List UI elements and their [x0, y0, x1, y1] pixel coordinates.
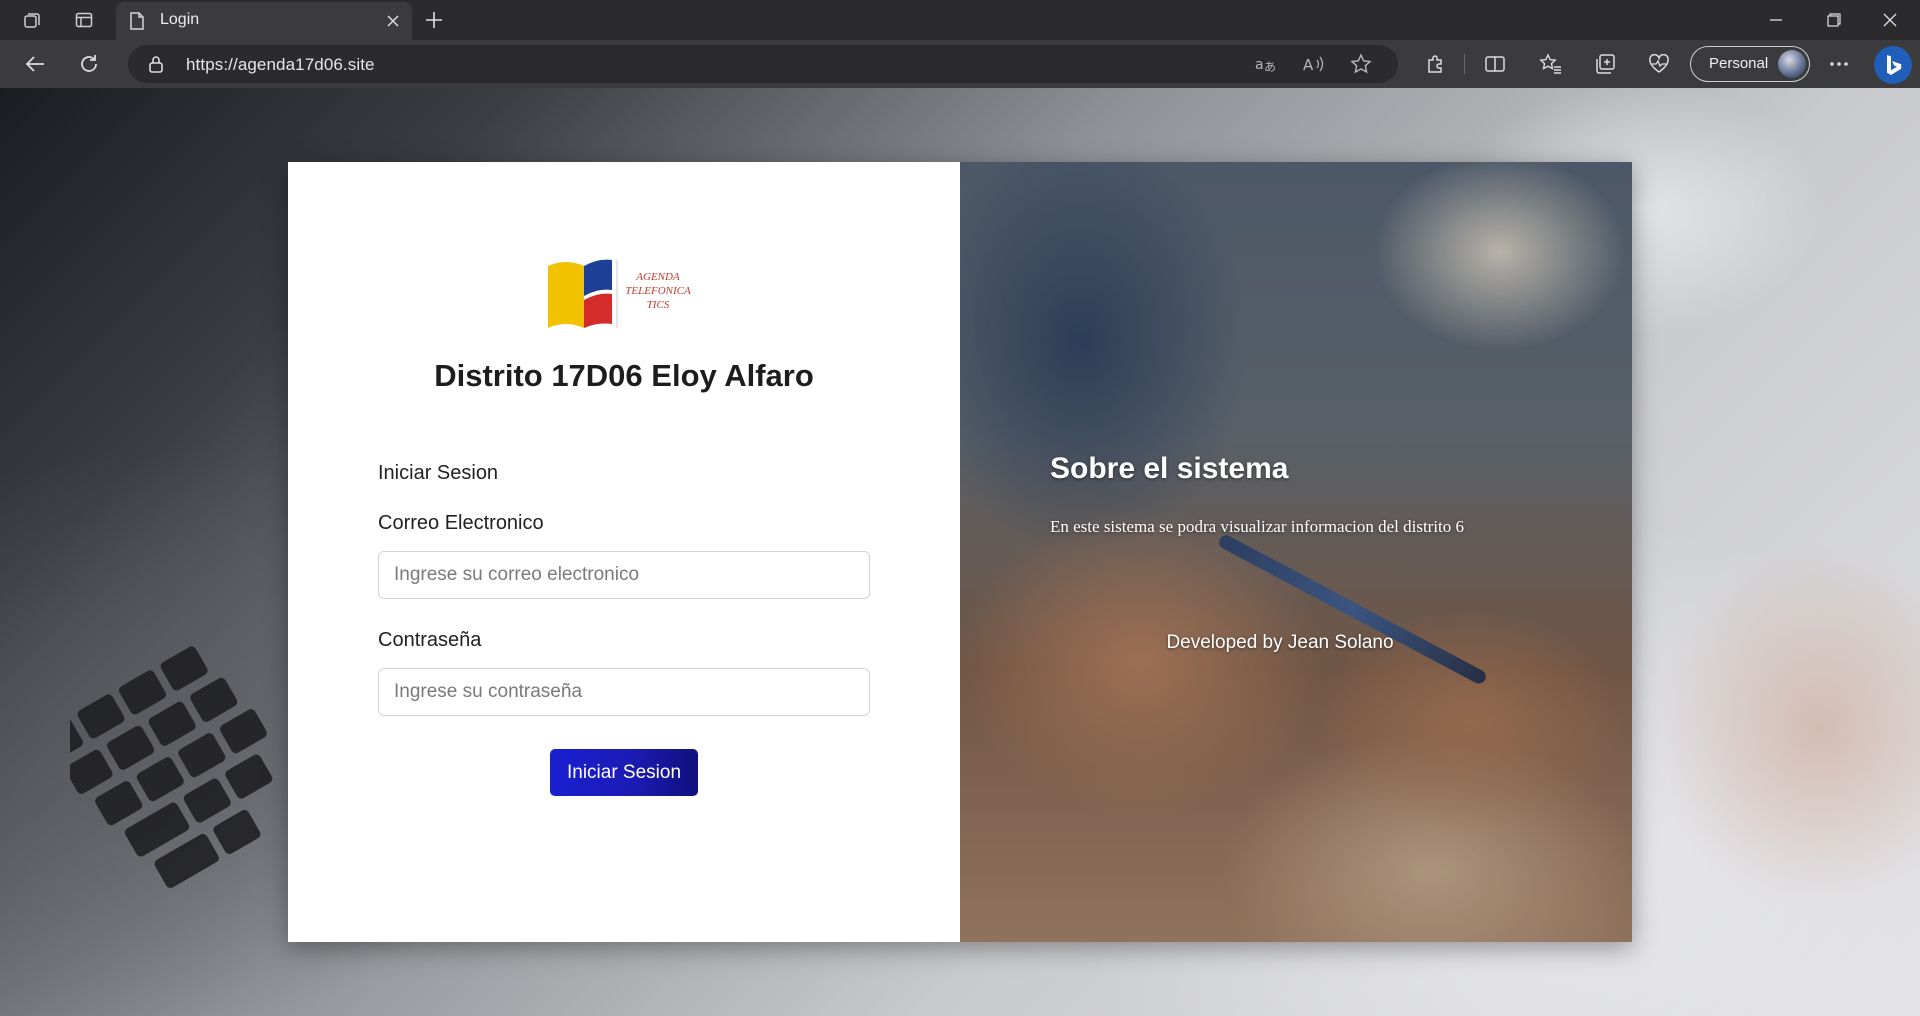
form-heading: Iniciar Sesion	[378, 462, 499, 484]
about-panel: Sobre el sistema En este sistema se podr…	[960, 162, 1632, 942]
laptop-keyboard-illustration	[70, 646, 273, 888]
more-icon[interactable]	[1822, 48, 1856, 80]
avatar	[1778, 50, 1806, 78]
restore-icon[interactable]	[1814, 4, 1854, 36]
favorite-star-icon[interactable]	[1346, 50, 1376, 78]
page-title: Distrito 17D06 Eloy Alfaro	[434, 358, 814, 393]
login-button[interactable]: Iniciar Sesion	[550, 749, 698, 796]
email-field[interactable]	[379, 552, 869, 598]
minimize-icon[interactable]	[1756, 4, 1796, 36]
about-title: Sobre el sistema	[1050, 452, 1289, 485]
browser-nav-bar: https://agenda17d06.site aあ A Personal	[0, 40, 1920, 88]
profile-button[interactable]: Personal	[1690, 46, 1810, 82]
email-label: Correo Electronico	[378, 512, 544, 534]
split-screen-icon[interactable]	[1478, 48, 1512, 80]
password-field-wrapper	[378, 668, 870, 716]
translate-icon[interactable]: aあ	[1250, 50, 1280, 78]
page-background: AGENDA TELEFONICA TICS Distrito 17D06 El…	[0, 88, 1920, 1016]
about-description: En este sistema se podra visualizar info…	[1050, 517, 1465, 536]
toolbar-separator	[1464, 54, 1465, 74]
agenda-logo: AGENDA TELEFONICA TICS	[548, 259, 691, 328]
svg-text:AGENDA: AGENDA	[635, 271, 680, 283]
workspaces-icon[interactable]	[18, 6, 46, 34]
refresh-icon[interactable]	[72, 48, 106, 80]
svg-text:あ: あ	[1264, 60, 1276, 74]
svg-text:TICS: TICS	[647, 299, 670, 311]
bing-icon[interactable]	[1874, 46, 1912, 84]
browser-tab-bar: Login	[0, 0, 1920, 40]
password-label: Contraseña	[378, 629, 482, 651]
close-icon[interactable]	[382, 10, 404, 32]
new-tab-icon[interactable]	[420, 6, 448, 34]
tab-actions-icon[interactable]	[70, 6, 98, 34]
developer-credit: Developed by Jean Solano	[1166, 632, 1394, 653]
login-panel: AGENDA TELEFONICA TICS Distrito 17D06 El…	[288, 162, 960, 942]
window-close-icon[interactable]	[1870, 4, 1910, 36]
svg-text:A: A	[1303, 56, 1314, 74]
address-bar[interactable]: https://agenda17d06.site aあ A	[128, 45, 1398, 83]
tab-login[interactable]: Login	[116, 2, 412, 40]
login-card: AGENDA TELEFONICA TICS Distrito 17D06 El…	[288, 162, 1632, 942]
health-icon[interactable]	[1642, 48, 1676, 80]
extensions-icon[interactable]	[1418, 48, 1452, 80]
svg-text:TELEFONICA: TELEFONICA	[625, 285, 691, 297]
email-field-wrapper	[378, 551, 870, 599]
svg-text:a: a	[1255, 57, 1264, 73]
profile-label: Personal	[1709, 55, 1769, 72]
favorites-icon[interactable]	[1534, 48, 1568, 80]
lock-icon[interactable]	[148, 55, 164, 78]
tab-title: Login	[160, 11, 200, 28]
back-icon[interactable]	[18, 48, 52, 80]
read-aloud-icon[interactable]: A	[1298, 50, 1328, 78]
image-overlay	[960, 162, 1632, 942]
collections-icon[interactable]	[1588, 48, 1622, 80]
password-field[interactable]	[379, 669, 869, 715]
url-text[interactable]: https://agenda17d06.site	[186, 55, 375, 75]
page-icon	[128, 11, 146, 36]
